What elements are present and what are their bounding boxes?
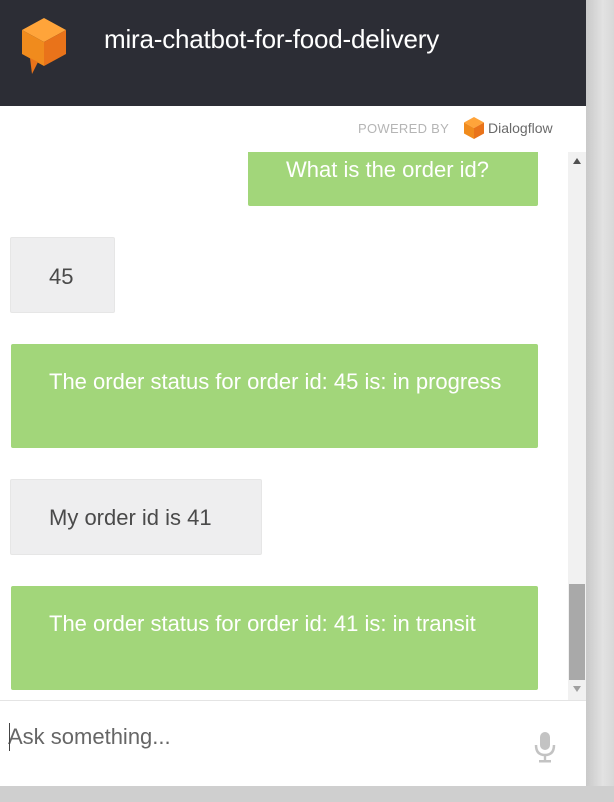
scroll-up-arrow-icon[interactable] [573,158,581,164]
powered-by-label: POWERED BY [358,121,450,136]
powered-by-bar: POWERED BY Dialogflow [0,106,586,153]
dialogflow-logo-icon[interactable] [463,116,485,142]
microphone-icon[interactable] [534,731,556,763]
bot-message: What is the order id? [248,152,538,206]
chat-widget: mira-chatbot-for-food-delivery POWERED B… [0,0,586,786]
chat-header: mira-chatbot-for-food-delivery [0,0,586,106]
scroll-thumb[interactable] [569,584,585,680]
user-message: 45 [10,237,115,313]
input-bar [0,700,586,786]
dialogflow-brand-name[interactable]: Dialogflow [488,120,553,136]
background-right [586,0,614,802]
message-list[interactable]: What is the order id? 45 The order statu… [0,152,568,700]
bot-message: The order status for order id: 41 is: in… [11,586,538,690]
background-bottom [0,786,614,802]
scroll-down-arrow-icon[interactable] [573,686,581,692]
message-input[interactable] [8,719,508,755]
text-caret [9,723,10,751]
bot-message: The order status for order id: 45 is: in… [11,344,538,448]
user-message: My order id is 41 [10,479,262,555]
message-scrollbar[interactable] [568,152,586,700]
dialogflow-cube-icon [22,18,66,74]
chat-title: mira-chatbot-for-food-delivery [104,24,440,54]
